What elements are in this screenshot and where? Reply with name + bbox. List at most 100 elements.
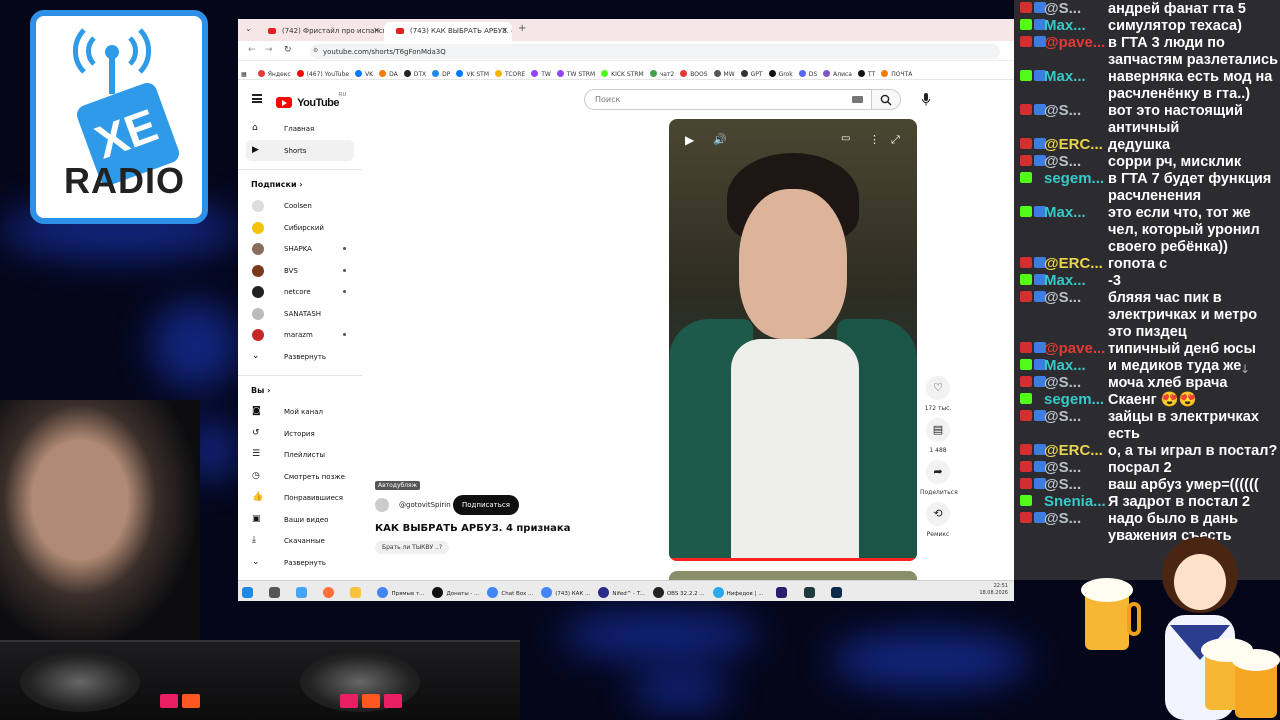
bookmark-item[interactable]: VK STM bbox=[456, 70, 489, 78]
subscription-item[interactable]: marazm bbox=[246, 324, 354, 346]
bookmark-item[interactable]: DP bbox=[432, 70, 450, 78]
progress-bar[interactable] bbox=[669, 558, 917, 561]
taskbar-app[interactable]: Chat Box ... bbox=[484, 583, 536, 599]
menu-icon[interactable] bbox=[252, 94, 262, 103]
subscription-item[interactable]: Coolsen bbox=[246, 195, 354, 217]
sidebar-item-playlist[interactable]: ☰ Плейлисты bbox=[246, 444, 354, 466]
arrow-down-icon[interactable]: ↓ bbox=[1240, 362, 1250, 376]
sidebar-item-channel[interactable]: ◙ Мой канал bbox=[246, 401, 354, 423]
like-action[interactable]: ♡ 172 тыс. bbox=[920, 376, 956, 412]
tab-search-icon[interactable]: ⌄ bbox=[245, 24, 252, 33]
subscription-item[interactable]: SANATASH bbox=[246, 303, 354, 325]
close-icon[interactable]: ✕ bbox=[373, 26, 380, 35]
widgets-icon[interactable] bbox=[293, 583, 313, 599]
suggestion-chip[interactable]: Брать ли ТЫКВУ ..? bbox=[375, 541, 450, 554]
bookmark-item[interactable]: ПОЧТА bbox=[881, 70, 912, 78]
tab-inactive[interactable]: (742) Фристайл про испанск ✕ bbox=[256, 22, 384, 41]
taskbar-app[interactable]: (743) КАК ... bbox=[538, 583, 593, 599]
start-button[interactable] bbox=[239, 583, 259, 599]
share-action[interactable]: ➦ Поделиться bbox=[920, 460, 958, 496]
like-icon[interactable]: ♡ bbox=[926, 376, 950, 400]
site-info-icon[interactable]: ⚙ bbox=[313, 47, 318, 54]
subscription-item[interactable]: BVS bbox=[246, 260, 354, 282]
bookmark-item[interactable]: TW STRM bbox=[556, 70, 595, 78]
bookmark-item[interactable]: Яндекс bbox=[257, 70, 291, 78]
bookmark-item[interactable]: DS bbox=[798, 70, 817, 78]
bookmark-item[interactable]: VK bbox=[355, 70, 373, 78]
comment-icon[interactable]: ▤ bbox=[926, 418, 950, 442]
bookmark-item[interactable]: (467) YouTube bbox=[296, 70, 349, 78]
bookmark-item[interactable]: Алиса bbox=[823, 70, 852, 78]
bookmark-item[interactable]: Grok bbox=[768, 70, 793, 78]
bookmark-item[interactable]: GPT bbox=[740, 70, 763, 78]
volume-icon[interactable]: 🔊 bbox=[713, 133, 727, 146]
bookmark-item[interactable]: TT bbox=[857, 70, 875, 78]
taskbar-app[interactable]: Прямые т... bbox=[374, 583, 427, 599]
channel-name[interactable]: @gotovitSpirin bbox=[399, 501, 451, 509]
taskbar-app[interactable]: Нифедов | ... bbox=[710, 583, 767, 599]
sidebar-item-like[interactable]: 👍 Понравившиеся bbox=[246, 487, 354, 509]
play-icon[interactable]: ▶ bbox=[685, 133, 694, 147]
youtube-logo[interactable]: YouTubeRU bbox=[276, 92, 346, 111]
more-icon[interactable]: ⋮ bbox=[869, 133, 880, 146]
subscription-item[interactable]: netcore bbox=[246, 281, 354, 303]
apps-icon[interactable]: ▦ bbox=[241, 71, 247, 78]
firefox-icon[interactable] bbox=[320, 583, 340, 599]
sidebar-item-home[interactable]: ⌂ Главная bbox=[246, 118, 354, 140]
expand-subscriptions[interactable]: ⌄ Развернуть bbox=[246, 346, 354, 368]
close-icon[interactable]: ✕ bbox=[501, 26, 508, 35]
shorts-player[interactable]: ▶ 🔊 ▭ ⋮ ⤢ bbox=[669, 119, 917, 561]
subscription-item[interactable]: SHAPKA bbox=[246, 238, 354, 260]
new-tab-button[interactable]: + bbox=[518, 23, 526, 34]
remix-icon[interactable]: ⟲ bbox=[926, 502, 950, 526]
taskbar-app[interactable]: Nifed^ - T... bbox=[595, 583, 648, 599]
stream-chat: @S... андрей фанат гта 5 Max... симулятор т… bbox=[1014, 0, 1280, 580]
bookmark-item[interactable]: TCORE bbox=[495, 70, 525, 78]
you-header[interactable]: Вы › bbox=[238, 376, 362, 401]
fullscreen-icon[interactable]: ⤢ bbox=[891, 133, 900, 147]
back-icon[interactable]: ← bbox=[248, 45, 256, 55]
comment-action[interactable]: ▤ 1 488 bbox=[920, 418, 956, 454]
search-input[interactable]: Поиск bbox=[584, 89, 872, 110]
sidebar-item-clock[interactable]: ◷ Смотреть позже bbox=[246, 466, 354, 488]
captions-icon[interactable]: ▭ bbox=[841, 133, 850, 144]
sidebar-item-video[interactable]: ▣ Ваши видео bbox=[246, 509, 354, 531]
sidebar-item-history[interactable]: ↺ История bbox=[246, 423, 354, 445]
subscription-item[interactable]: Сибирский bbox=[246, 217, 354, 239]
bookmark-item[interactable]: MW bbox=[713, 70, 735, 78]
bookmark-item[interactable]: DTX bbox=[403, 70, 426, 78]
sidebar-item-shorts[interactable]: ▶ Shorts bbox=[246, 139, 354, 161]
subscribe-button[interactable]: Подписаться bbox=[453, 495, 519, 515]
bookmark-item[interactable]: TW bbox=[531, 70, 551, 78]
system-clock[interactable]: 22:51 18.08.2026 bbox=[979, 583, 1008, 597]
share-icon[interactable]: ➦ bbox=[926, 460, 950, 484]
premiere-icon[interactable] bbox=[773, 583, 793, 599]
reload-icon[interactable]: ↻ bbox=[284, 45, 292, 55]
search-button[interactable] bbox=[872, 89, 901, 110]
sidebar-item-download[interactable]: ⤓ Скачанные bbox=[246, 530, 354, 552]
taskbar-app[interactable]: Донаты - ... bbox=[429, 583, 482, 599]
sidebar-item-chevron-down[interactable]: ⌄ Развернуть bbox=[246, 552, 354, 574]
chat-text: сорри рч, мисклик bbox=[1108, 154, 1242, 170]
avatar[interactable] bbox=[375, 498, 389, 512]
search-placeholder: Поиск bbox=[595, 95, 621, 104]
remix-action[interactable]: ⟲ Ремикс bbox=[920, 502, 956, 538]
folder-icon[interactable] bbox=[347, 583, 367, 599]
url-field[interactable]: ⚙ youtube.com/shorts/T6gFonMda3Q bbox=[310, 44, 1000, 59]
keyboard-icon[interactable] bbox=[852, 96, 863, 103]
audition-icon[interactable] bbox=[801, 583, 821, 599]
bookmark-item[interactable]: DA bbox=[379, 70, 398, 78]
photoshop-icon[interactable] bbox=[828, 583, 848, 599]
short-title[interactable]: КАК ВЫБРАТЬ АРБУЗ. 4 признака bbox=[375, 523, 570, 534]
bookmark-item[interactable]: KICK STRM bbox=[601, 70, 644, 78]
forward-icon[interactable]: → bbox=[265, 45, 273, 55]
mic-button[interactable] bbox=[914, 89, 935, 110]
task-view-icon[interactable] bbox=[266, 583, 286, 599]
taskbar-app[interactable]: OBS 32.2.2 ... bbox=[650, 583, 708, 599]
bookmark-item[interactable]: чат2 bbox=[649, 70, 674, 78]
bookmark-item[interactable]: BOOS bbox=[680, 70, 708, 78]
tab-active[interactable]: (743) КАК ВЫБРАТЬ АРБУЗ. 4 ✕ bbox=[384, 22, 512, 41]
platform-badge-icon bbox=[1020, 206, 1032, 217]
subscriptions-header[interactable]: Подписки › bbox=[238, 170, 362, 195]
bookmark-label: Grok bbox=[778, 71, 793, 78]
